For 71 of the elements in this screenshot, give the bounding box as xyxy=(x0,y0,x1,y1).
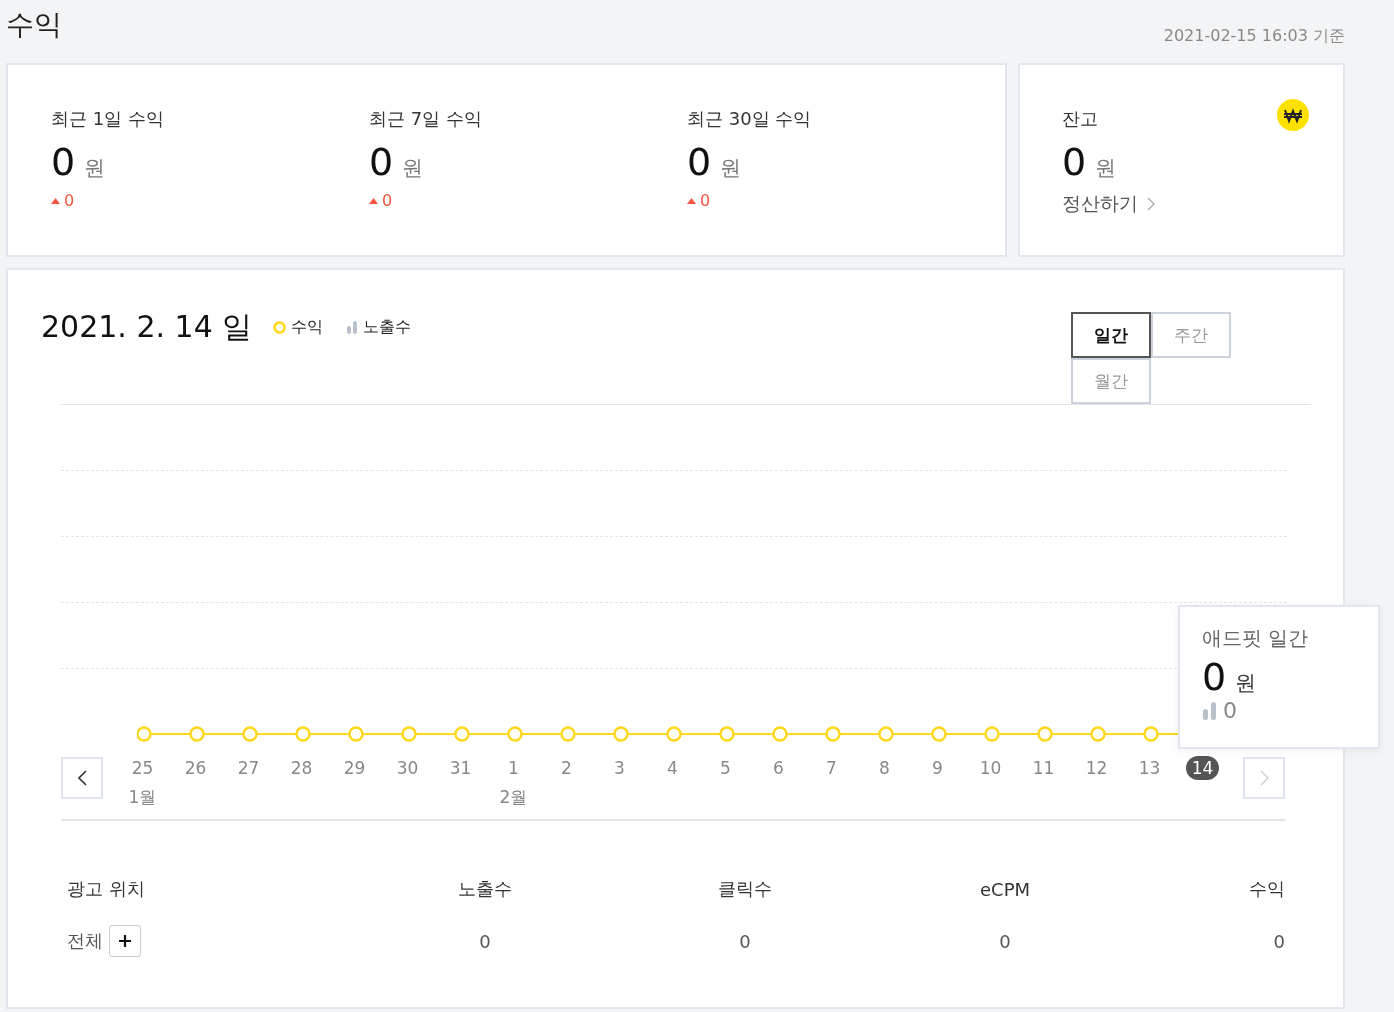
won-coin-icon xyxy=(1277,99,1309,131)
column-header: 클릭수 xyxy=(717,877,773,901)
table-cell-text: 0 xyxy=(478,930,492,952)
tooltip-title: 애드핏 일간 xyxy=(1202,625,1310,652)
date-label[interactable]: 28 xyxy=(284,756,319,780)
table-cell-text: 0 xyxy=(738,930,752,952)
stat-unit: 원 xyxy=(84,155,106,182)
balance-label: 잔고 xyxy=(1062,107,1098,131)
period-tab[interactable]: 일간 xyxy=(1071,312,1151,358)
stat-amount: 0 xyxy=(51,141,76,183)
tooltip-amount: 0 xyxy=(1202,656,1227,698)
month-label: 1월 xyxy=(128,786,157,809)
date-label[interactable]: 12 xyxy=(1079,756,1114,780)
date-label[interactable]: 6 xyxy=(767,756,790,780)
chevron-left-icon xyxy=(77,770,87,786)
stat-label: 최근 7일 수익 xyxy=(369,107,483,131)
date-label[interactable]: 11 xyxy=(1026,756,1061,780)
ring-icon xyxy=(273,320,287,334)
expand-button[interactable] xyxy=(109,925,141,957)
period-tab[interactable]: 월간 xyxy=(1071,358,1151,404)
date-label[interactable]: 3 xyxy=(608,756,631,780)
date-label[interactable]: 25 xyxy=(125,756,160,780)
legend-label: 노출수 xyxy=(363,316,412,338)
legend-label: 수익 xyxy=(291,316,324,338)
page-title: 수익 xyxy=(6,7,62,43)
bars-icon xyxy=(1202,701,1218,720)
date-label[interactable]: 26 xyxy=(178,756,213,780)
column-header: 노출수 xyxy=(457,877,513,901)
stat-change: 0 xyxy=(382,191,393,210)
date-label[interactable]: 30 xyxy=(390,756,425,780)
date-label[interactable]: 9 xyxy=(926,756,949,780)
month-label: 2월 xyxy=(499,786,528,809)
period-tab[interactable]: 주간 xyxy=(1151,312,1231,358)
stat-amount: 0 xyxy=(369,141,394,183)
stat-amount: 0 xyxy=(687,141,712,183)
stat-label: 최근 1일 수익 xyxy=(51,107,165,131)
tooltip-impressions: 0 xyxy=(1223,698,1237,723)
chart-date: 2021. 2. 14 일 xyxy=(41,307,253,346)
date-label[interactable]: 8 xyxy=(873,756,896,780)
date-label[interactable]: 31 xyxy=(443,756,478,780)
balance-unit: 원 xyxy=(1095,155,1117,182)
plus-icon xyxy=(118,934,132,948)
date-label[interactable]: 7 xyxy=(820,756,843,780)
date-label[interactable]: 4 xyxy=(661,756,684,780)
balance-amount: 0 xyxy=(1062,141,1087,183)
bars-icon xyxy=(346,320,359,334)
date-label[interactable]: 27 xyxy=(231,756,266,780)
date-label[interactable]: 13 xyxy=(1132,756,1167,780)
updated-time: 2021-02-15 16:03 기준 xyxy=(1163,26,1345,47)
chevron-right-icon xyxy=(1259,770,1269,786)
stat-unit: 원 xyxy=(402,155,424,182)
date-label[interactable]: 10 xyxy=(973,756,1008,780)
date-label[interactable]: 29 xyxy=(337,756,372,780)
stat-change: 0 xyxy=(700,191,711,210)
settle-link[interactable]: 정산하기 xyxy=(1062,191,1155,217)
chevron-right-icon xyxy=(1147,197,1155,211)
column-header: 수익 xyxy=(1248,877,1285,901)
date-label[interactable]: 5 xyxy=(714,756,737,780)
date-label[interactable]: 2 xyxy=(555,756,578,780)
date-label[interactable]: 1 xyxy=(502,756,525,780)
table-cell-text: 0 xyxy=(1272,930,1285,952)
previous-button[interactable] xyxy=(61,757,103,799)
table-cell: 전체 xyxy=(67,929,103,953)
stat-unit: 원 xyxy=(720,155,742,182)
stat-change: 0 xyxy=(64,191,75,210)
tooltip-unit: 원 xyxy=(1235,670,1257,697)
table-cell-text: 0 xyxy=(998,930,1012,952)
date-label[interactable]: 14 xyxy=(1185,756,1220,780)
column-header: 광고 위치 xyxy=(66,877,146,901)
stat-label: 최근 30일 수익 xyxy=(687,107,813,131)
column-header: eCPM xyxy=(979,878,1031,900)
